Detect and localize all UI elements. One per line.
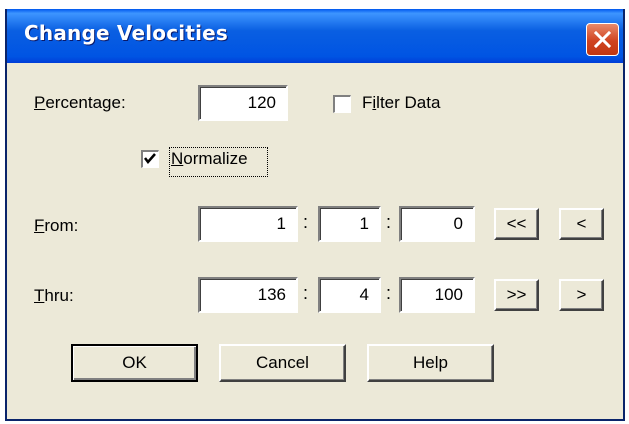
thru-separator-1: : (303, 283, 309, 303)
from-beat-input[interactable]: 1 (318, 206, 381, 242)
normalize-label[interactable]: Normalize (171, 149, 248, 169)
from-separator-2: : (386, 212, 392, 232)
from-label: From: (34, 216, 79, 235)
thru-last-button[interactable]: >> (494, 279, 539, 311)
percentage-label: Percentage: (34, 93, 126, 112)
close-button[interactable] (586, 23, 619, 56)
title-bar[interactable]: Change Velocities (7, 9, 623, 63)
from-prev-button[interactable]: < (559, 208, 604, 240)
change-velocities-dialog: Change Velocities Percentage: 120 Filter… (5, 9, 625, 421)
close-icon (594, 31, 611, 48)
dialog-title: Change Velocities (24, 21, 229, 45)
thru-beat-input[interactable]: 4 (318, 277, 381, 313)
thru-separator-2: : (386, 283, 392, 303)
from-separator-1: : (303, 212, 309, 232)
percentage-input[interactable]: 120 (198, 85, 288, 121)
checkmark-icon (144, 153, 156, 164)
thru-next-button[interactable]: > (559, 279, 604, 311)
from-tick-input[interactable]: 0 (399, 206, 475, 242)
thru-tick-input[interactable]: 100 (399, 277, 475, 313)
filter-data-label[interactable]: Filter Data (362, 93, 440, 113)
help-button[interactable]: Help (367, 344, 494, 382)
from-bar-input[interactable]: 1 (198, 206, 298, 242)
from-first-button[interactable]: << (494, 208, 539, 240)
cancel-button[interactable]: Cancel (219, 344, 346, 382)
ok-button[interactable]: OK (71, 344, 198, 382)
filter-data-checkbox[interactable] (333, 95, 351, 113)
normalize-checkbox[interactable] (141, 150, 159, 168)
thru-label: Thru: (34, 286, 74, 305)
thru-bar-input[interactable]: 136 (198, 277, 298, 313)
